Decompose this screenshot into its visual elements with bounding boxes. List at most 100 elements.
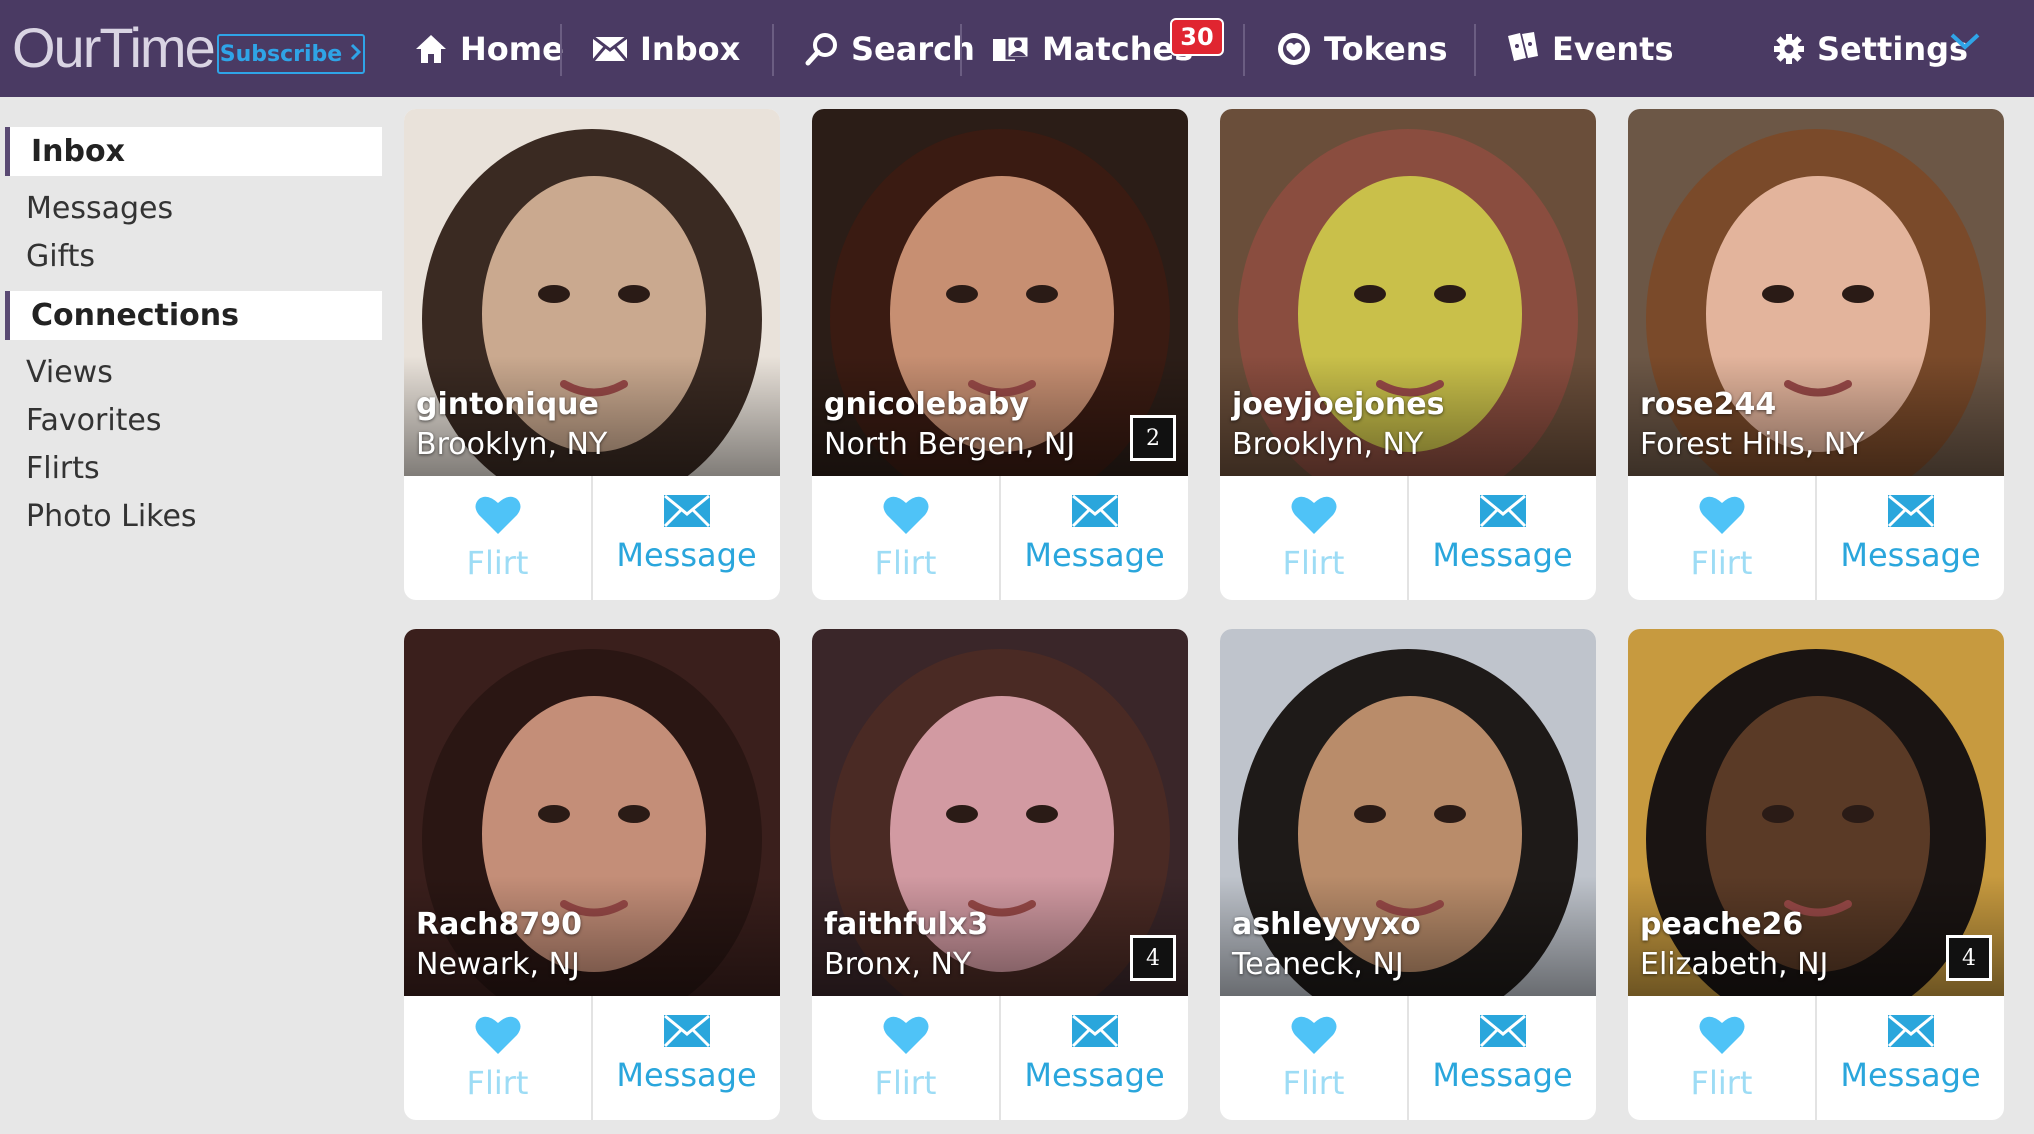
message-label: Message [1024,536,1165,574]
flirt-label: Flirt [1282,1064,1345,1102]
profile-photo[interactable]: faithfulx3 Bronx, NY 4 [812,629,1188,996]
flirt-label: Flirt [466,544,529,582]
nav-search-label: Search [851,29,975,68]
sidebar-header-connections[interactable]: Connections [5,291,382,340]
sidebar-item-gifts[interactable]: Gifts [26,237,95,277]
heart-icon [474,1014,522,1060]
profile-photo[interactable]: rose244 Forest Hills, NY [1628,109,2004,476]
nav-settings[interactable]: Settings [1773,0,1968,97]
nav-home[interactable]: Home [414,0,564,97]
nav-inbox-label: Inbox [640,29,741,68]
nav-search[interactable]: Search [805,0,975,97]
nav-events-label: Events [1552,29,1674,68]
profile-actions: Flirt Message [812,476,1188,600]
profile-card[interactable]: faithfulx3 Bronx, NY 4 Flirt Message [812,629,1188,1120]
profile-card[interactable]: Rach8790 Newark, NJ Flirt Message [404,629,780,1120]
flirt-button[interactable]: Flirt [1220,996,1409,1120]
profile-card[interactable]: gintonique Brooklyn, NY Flirt Message [404,109,780,600]
flirt-button[interactable]: Flirt [1628,476,1817,600]
message-button[interactable]: Message [1001,996,1188,1120]
profile-username[interactable]: gintonique [416,387,599,422]
envelope-icon [1479,1014,1527,1052]
message-button[interactable]: Message [593,476,780,600]
profile-photo[interactable]: gintonique Brooklyn, NY [404,109,780,476]
photo-count-badge[interactable]: 4 [1946,935,1992,981]
ourtime-logo[interactable]: OurTime [12,18,216,78]
profile-location: Forest Hills, NY [1640,427,1865,462]
profile-location: Bronx, NY [824,947,972,982]
profile-card[interactable]: rose244 Forest Hills, NY Flirt Message [1628,109,2004,600]
photo-count-badge[interactable]: 4 [1130,935,1176,981]
message-label: Message [1432,536,1573,574]
envelope-icon [592,35,628,62]
profile-card[interactable]: ashleyyyxo Teaneck, NJ Flirt Message [1220,629,1596,1120]
message-button[interactable]: Message [1409,476,1596,600]
heart-icon [1698,1014,1746,1060]
sidebar-header-inbox[interactable]: Inbox [5,127,382,176]
profile-username[interactable]: Rach8790 [416,907,582,942]
nav-inbox[interactable]: Inbox [592,0,740,97]
profile-photo[interactable]: gnicolebaby North Bergen, NJ 2 [812,109,1188,476]
profile-actions: Flirt Message [1220,996,1596,1120]
sidebar-item-photo-likes[interactable]: Photo Likes [26,497,197,537]
flirt-label: Flirt [1690,1064,1753,1102]
nav-tokens[interactable]: Tokens [1276,0,1448,97]
sidebar-item-favorites[interactable]: Favorites [26,401,162,441]
message-button[interactable]: Message [1001,476,1188,600]
sidebar-item-views[interactable]: Views [26,353,113,393]
profile-card[interactable]: peache26 Elizabeth, NJ 4 Flirt Message [1628,629,2004,1120]
flirt-label: Flirt [874,544,937,582]
subscribe-button[interactable]: Subscribe [217,34,365,74]
sidebar-item-flirts[interactable]: Flirts [26,449,100,489]
profile-username[interactable]: rose244 [1640,387,1776,422]
envelope-icon [1479,494,1527,532]
profile-username[interactable]: peache26 [1640,907,1803,942]
flirt-label: Flirt [874,1064,937,1102]
message-label: Message [1840,536,1981,574]
top-nav-bar: OurTime Subscribe Home Inbox Search Matc… [0,0,2034,97]
message-button[interactable]: Message [593,996,780,1120]
flirt-button[interactable]: Flirt [404,476,593,600]
nav-matches[interactable]: Matches [992,0,1193,97]
flirt-button[interactable]: Flirt [1628,996,1817,1120]
chevron-down-icon[interactable] [1948,30,1982,58]
profile-username[interactable]: faithfulx3 [824,907,988,942]
profile-actions: Flirt Message [404,476,780,600]
nav-settings-label: Settings [1817,29,1969,68]
profile-username[interactable]: ashleyyyxo [1232,907,1421,942]
message-button[interactable]: Message [1409,996,1596,1120]
profile-photo[interactable]: Rach8790 Newark, NJ [404,629,780,996]
message-label: Message [616,1056,757,1094]
profile-card[interactable]: gnicolebaby North Bergen, NJ 2 Flirt Message [812,109,1188,600]
nav-divider [560,24,562,76]
flirt-button[interactable]: Flirt [1220,476,1409,600]
profile-username[interactable]: gnicolebaby [824,387,1029,422]
profile-photo[interactable]: ashleyyyxo Teaneck, NJ [1220,629,1596,996]
nav-events[interactable]: Events [1504,0,1674,97]
envelope-icon [1071,494,1119,532]
photo-count-badge[interactable]: 2 [1130,415,1176,461]
envelope-icon [1887,494,1935,532]
profile-photo[interactable]: peache26 Elizabeth, NJ 4 [1628,629,2004,996]
flirt-button[interactable]: Flirt [812,996,1001,1120]
sidebar-item-messages[interactable]: Messages [26,189,173,229]
profile-photo[interactable]: joeyjoejones Brooklyn, NY [1220,109,1596,476]
flirt-label: Flirt [466,1064,529,1102]
heart-icon [474,494,522,540]
flirt-button[interactable]: Flirt [404,996,593,1120]
heart-icon [1698,494,1746,540]
chevron-right-icon [350,42,362,67]
flirt-button[interactable]: Flirt [812,476,1001,600]
profile-location: Newark, NJ [416,947,580,982]
profile-actions: Flirt Message [1628,996,2004,1120]
envelope-icon [1071,1014,1119,1052]
profile-location: Teaneck, NJ [1232,947,1404,982]
profile-username[interactable]: joeyjoejones [1232,387,1445,422]
heart-icon [1290,494,1338,540]
envelope-icon [663,1014,711,1052]
profile-card[interactable]: joeyjoejones Brooklyn, NY Flirt Message [1220,109,1596,600]
message-button[interactable]: Message [1817,996,2004,1120]
matches-icon [992,34,1030,64]
message-button[interactable]: Message [1817,476,2004,600]
flirt-label: Flirt [1282,544,1345,582]
